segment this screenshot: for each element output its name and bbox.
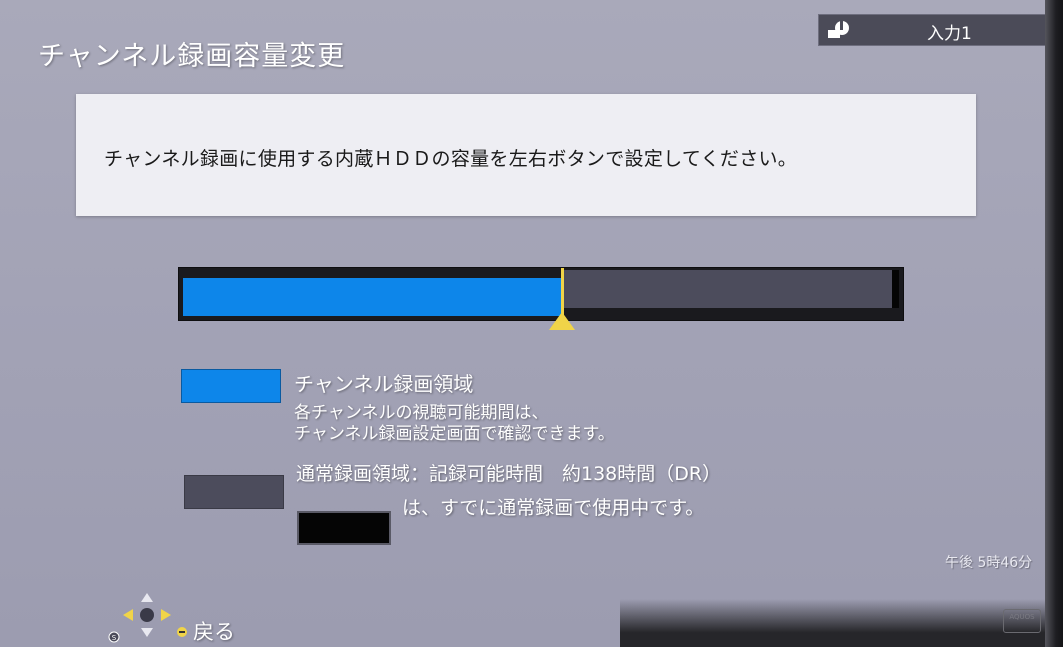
back-label: 戻る	[193, 620, 235, 644]
used-area-fill	[892, 270, 899, 308]
capacity-slider-bar[interactable]	[178, 267, 904, 321]
tv-bezel-right	[1045, 0, 1063, 647]
channel-area-desc-line2: チャンネル録画設定画面で確認できます。	[294, 424, 615, 444]
brand-logo: AQUOS	[1003, 609, 1041, 633]
normal-recording-area-fill	[562, 270, 892, 308]
channel-area-swatch	[181, 369, 281, 403]
tv-screen: チャンネル録画容量変更 入力1 チャンネル録画に使用する内蔵ＨＤＤの容量を左右ボ…	[0, 0, 1063, 647]
svg-text:S: S	[112, 634, 117, 642]
dpad-icon: S	[108, 593, 187, 643]
tv-bezel-bottom	[620, 599, 1063, 647]
channel-area-title: チャンネル録画領域	[294, 372, 474, 396]
instruction-box: チャンネル録画に使用する内蔵ＨＤＤの容量を左右ボタンで設定してください。	[76, 94, 976, 216]
page-title: チャンネル録画容量変更	[38, 41, 346, 72]
normal-area-label: 通常録画領域：記録可能時間 約138時間（DR）	[296, 463, 722, 485]
used-area-label: は、すでに通常録画で使用中です。	[402, 497, 705, 519]
used-area-swatch	[297, 511, 391, 545]
capacity-slider-handle[interactable]	[549, 312, 575, 330]
channel-recording-area-fill	[183, 278, 562, 316]
input-source-label: 入力1	[927, 24, 972, 44]
normal-area-swatch	[184, 475, 284, 509]
clock: 午後 5時46分	[945, 555, 1033, 571]
instruction-text: チャンネル録画に使用する内蔵ＨＤＤの容量を左右ボタンで設定してください。	[104, 148, 798, 170]
input-source-icon	[828, 21, 849, 38]
input-source-badge: 入力1	[818, 14, 1046, 46]
